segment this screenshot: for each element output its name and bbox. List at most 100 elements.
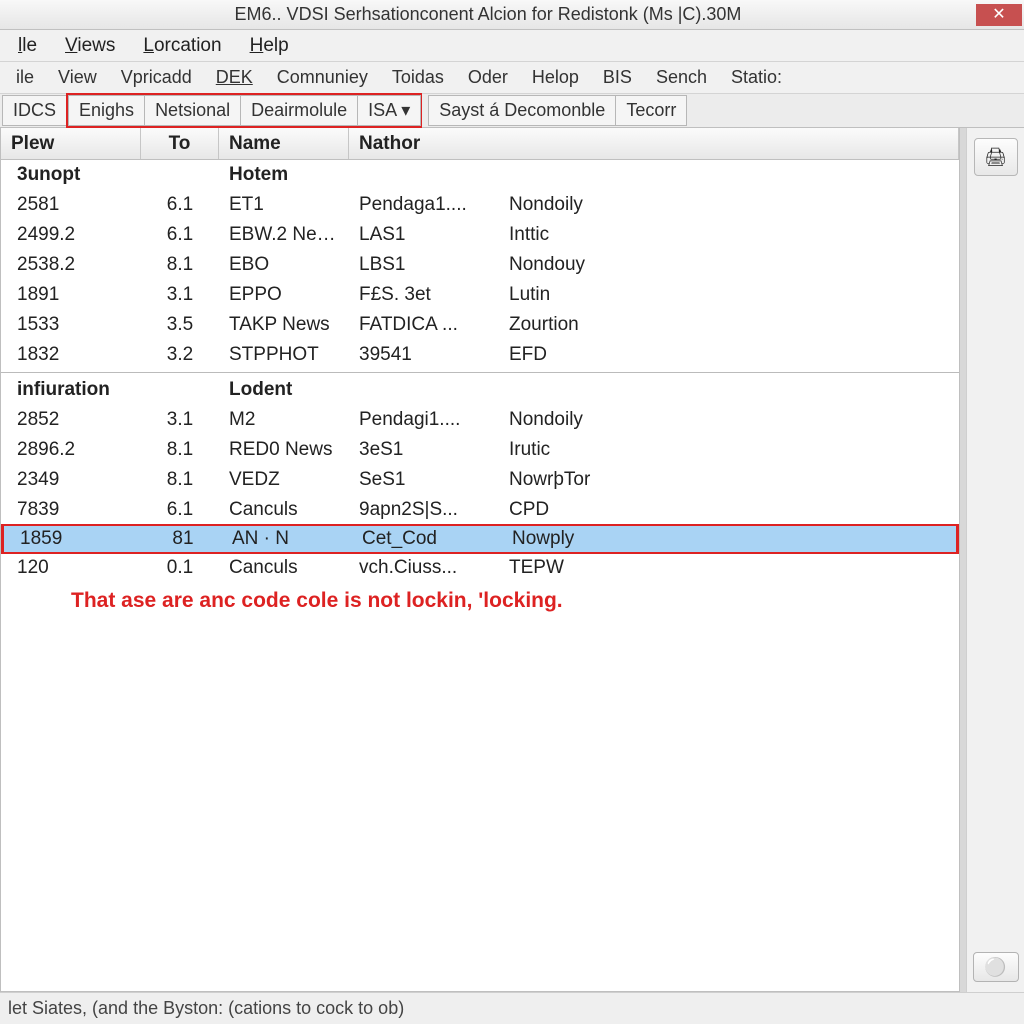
side-tool-button[interactable]: 🖨 [974,138,1018,176]
menu2-10[interactable]: Statio: [719,63,794,92]
menu2-6[interactable]: Oder [456,63,520,92]
tabbar: IDCS Enighs Netsional Deairmolule ISA Sa… [0,94,1024,128]
group-name: Hotem [219,164,349,186]
table-header: Plew To Name Nathor [1,128,959,160]
cell-nathor-b: Inttic [499,224,959,246]
tab-redgroup: Enighs Netsional Deairmolule ISA [66,93,422,128]
cell-nathor-b: Nondoily [499,194,959,216]
group-plew: infiuration [1,379,141,401]
cell-nathor-b: Irutic [499,439,959,461]
cell-plew: 1533 [1,314,141,336]
cell-to: 6.1 [141,194,219,216]
window-title: EM6.. VDSI Serhsationconent Alcion for R… [0,4,976,25]
table-row[interactable]: 18913.1EPPOF£S. 3etLutin [1,280,959,310]
cell-name: EBW.2 News [219,224,349,246]
table-row[interactable]: 2499.26.1EBW.2 NewsLAS1Inttic [1,220,959,250]
col-name[interactable]: Name [219,128,349,159]
cell-nathor-a: Cet_Cod [352,528,502,550]
cell-to: 0.1 [141,557,219,579]
menu2-0[interactable]: ile [4,63,46,92]
col-plew[interactable]: Plew [1,128,141,159]
cell-nathor-b: Nowply [502,528,956,550]
cell-nathor-a: FATDICA ... [349,314,499,336]
cell-to: 6.1 [141,224,219,246]
cell-plew: 7839 [1,499,141,521]
menu2-7[interactable]: Helop [520,63,591,92]
cell-nathor-b: Lutin [499,284,959,306]
menu2-3[interactable]: DEK [204,63,265,92]
table-row[interactable]: 2538.28.1EBOLBS1Nondouy [1,250,959,280]
cell-nathor-a: F£S. 3et [349,284,499,306]
status-text: let Siates, (and the Byston: (cations to… [8,998,404,1019]
cell-name: Canculs [219,557,349,579]
cell-plew: 1832 [1,344,141,366]
col-to[interactable]: To [141,128,219,159]
cell-name: RED0 News [219,439,349,461]
table-row[interactable]: 25816.1ET1Pendaga1....Nondoily [1,190,959,220]
table-row[interactable]: 28523.1M2Pendagi1....Nondoily [1,405,959,435]
group-name: Lodent [219,379,349,401]
cell-plew: 2349 [1,469,141,491]
group-plew: 3unopt [1,164,141,186]
close-button[interactable]: ✕ [976,4,1022,26]
circle-icon: ⚪ [984,957,1006,978]
table-row[interactable]: 78396.1Canculs9apn2S|S...CPD [1,495,959,525]
cell-name: TAKP News [219,314,349,336]
cell-to: 3.1 [141,284,219,306]
menu-help[interactable]: Help [236,31,303,61]
col-nathor[interactable]: Nathor [349,128,959,159]
tab-isa-dropdown[interactable]: ISA [357,95,421,126]
table-body: 3unopt Hotem 25816.1ET1Pendaga1....Nondoil… [1,160,959,583]
cell-nathor-b: TEPW [499,557,959,579]
cell-to: 3.5 [141,314,219,336]
cell-name: M2 [219,409,349,431]
cell-name: EBO [219,254,349,276]
menu2-2[interactable]: Vpricadd [109,63,204,92]
cell-nathor-b: Nondouy [499,254,959,276]
cell-to: 3.2 [141,344,219,366]
tab-idcs[interactable]: IDCS [2,95,67,126]
menu2-5[interactable]: Toidas [380,63,456,92]
cell-plew: 2581 [1,194,141,216]
cell-name: STPPHOT [219,344,349,366]
printer-icon: 🖨 [984,147,1007,168]
table-row[interactable]: 18323.2STPPHOT39541EFD [1,340,959,370]
cell-nathor-a: LBS1 [349,254,499,276]
table-row[interactable]: 2896.28.1RED0 News3eS1Irutic [1,435,959,465]
tab-saysta[interactable]: Sayst á Decomonble [428,95,616,126]
cell-name: Canculs [219,499,349,521]
table-row[interactable]: 23498.1VEDZSeS1NowrþTor [1,465,959,495]
status-bar: let Siates, (and the Byston: (cations to… [0,992,1024,1024]
menubar-secondary: ile View Vpricadd DEK Comnuniey Toidas O… [0,62,1024,94]
table-row[interactable]: 185981AN · NCet_CodNowply [1,524,959,554]
annotation-text: That ase are anc code cole is not lockin… [1,583,959,619]
tab-tecorr[interactable]: Tecorr [615,95,687,126]
tab-enighs[interactable]: Enighs [68,95,145,126]
cell-name: VEDZ [219,469,349,491]
tab-deairmolule[interactable]: Deairmolule [240,95,358,126]
cell-plew: 1891 [1,284,141,306]
tab-netsional[interactable]: Netsional [144,95,241,126]
side-bottom-button[interactable]: ⚪ [973,952,1019,982]
cell-name: EPPO [219,284,349,306]
table-row[interactable]: 1200.1Canculsvch.Ciuss...TEPW [1,553,959,583]
cell-nathor-a: SeS1 [349,469,499,491]
cell-plew: 2499.2 [1,224,141,246]
cell-nathor-a: LAS1 [349,224,499,246]
menu2-4[interactable]: Comnuniey [265,63,380,92]
cell-nathor-a: 39541 [349,344,499,366]
menu2-9[interactable]: Sench [644,63,719,92]
menu2-1[interactable]: View [46,63,109,92]
table-row[interactable]: 15333.5TAKP NewsFATDICA ...Zourtion [1,310,959,340]
cell-to: 8.1 [141,254,219,276]
cell-plew: 1859 [4,528,144,550]
menu2-8[interactable]: BIS [591,63,644,92]
menu-lorcation[interactable]: Lorcation [129,31,235,61]
cell-nathor-b: EFD [499,344,959,366]
cell-nathor-b: Nondoily [499,409,959,431]
cell-plew: 120 [1,557,141,579]
menu-le[interactable]: llele [4,31,51,61]
title-bar: EM6.. VDSI Serhsationconent Alcion for R… [0,0,1024,30]
menu-views[interactable]: Views [51,31,129,61]
cell-nathor-a: Pendagi1.... [349,409,499,431]
